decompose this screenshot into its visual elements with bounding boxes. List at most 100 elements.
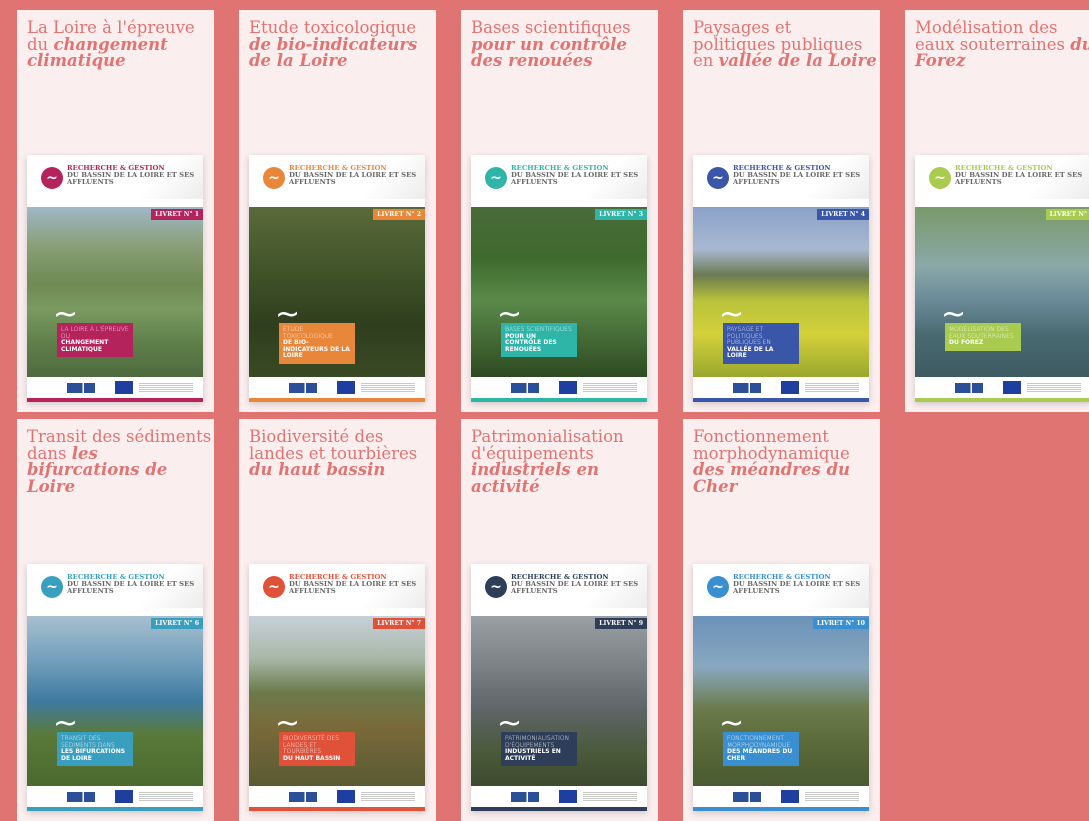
cover-accent-band bbox=[915, 398, 1089, 402]
livret-badge: LIVRET N° 9 bbox=[595, 618, 647, 629]
cover-title-light: ÉTUDE TOXICOLOGIQUE bbox=[283, 326, 333, 340]
cover-title-box: BIODIVERSITÉ DES LANDES ET TOURBIÈRES DU… bbox=[279, 732, 355, 767]
cover-brand: RECHERCHE & GESTION DU BASSIN DE LA LOIR… bbox=[955, 164, 1087, 187]
booklet-title-plain: Fonctionnement morphodynamique bbox=[693, 427, 850, 463]
booklet-title-emphasis: des méandres du Cher bbox=[693, 460, 851, 496]
booklet-cover[interactable]: ~ RECHERCHE & GESTION DU BASSIN DE LA LO… bbox=[693, 564, 869, 811]
booklet-cover[interactable]: ~ RECHERCHE & GESTION DU BASSIN DE LA LO… bbox=[27, 155, 203, 402]
booklet-cover[interactable]: ~ RECHERCHE & GESTION DU BASSIN DE LA LO… bbox=[471, 564, 647, 811]
livret-badge: LIVRET N° 1 bbox=[151, 209, 203, 220]
booklet-title-emphasis: industriels en activité bbox=[471, 460, 599, 496]
booklet-card[interactable]: Modélisation des eaux souterraines du Fo… bbox=[905, 10, 1089, 412]
cover-footer bbox=[915, 377, 1089, 398]
cover-brand: RECHERCHE & GESTION DU BASSIN DE LA LOIR… bbox=[511, 573, 643, 596]
booklet-cover[interactable]: ~ RECHERCHE & GESTION DU BASSIN DE LA LO… bbox=[693, 155, 869, 402]
booklet-card[interactable]: Bases scientifiques pour un contrôle des… bbox=[461, 10, 658, 412]
tilde-logo-icon: ~ bbox=[929, 167, 951, 189]
cover-title-bold: CHANGEMENT CLIMATIQUE bbox=[61, 339, 109, 353]
cover-brand-line2: DU BASSIN DE LA LOIRE ET SES AFFLUENTS bbox=[733, 171, 861, 187]
cover-title-light: PATRIMONIALISATION D'ÉQUIPEMENTS bbox=[505, 735, 570, 749]
etablissement-public-loire-logo-icon bbox=[733, 792, 761, 802]
tilde-icon: ~ bbox=[275, 706, 301, 741]
cover-title-bold: DU HAUT BASSIN bbox=[283, 754, 341, 762]
cover-accent-band bbox=[693, 398, 869, 402]
booklet-card[interactable]: Patrimonialisation d'équipements industr… bbox=[461, 419, 658, 821]
eu-flag-icon bbox=[337, 790, 355, 803]
booklet-card[interactable]: La Loire à l'épreuve du changement clima… bbox=[17, 10, 214, 412]
tilde-logo-icon: ~ bbox=[41, 167, 63, 189]
cover-title-box: MODÉLISATION DES EAUX SOUTERRAINES DU FO… bbox=[945, 323, 1021, 351]
cover-title-box: LA LOIRE À L'ÉPREUVE DU CHANGEMENT CLIMA… bbox=[57, 323, 133, 358]
livret-badge: LIVRET N° 4 bbox=[817, 209, 869, 220]
cover-title-box: ÉTUDE TOXICOLOGIQUE DE BIO-INDICATEURS D… bbox=[279, 323, 355, 364]
cover-brand-line2: DU BASSIN DE LA LOIRE ET SES AFFLUENTS bbox=[511, 171, 639, 187]
tilde-logo-icon: ~ bbox=[263, 576, 285, 598]
etablissement-public-loire-logo-icon bbox=[289, 383, 317, 393]
eu-flag-icon bbox=[1003, 381, 1021, 394]
footer-fineprint bbox=[583, 792, 637, 801]
cover-title-box: FONCTIONNEMENT MORPHODYNAMIQUE DES MÉAND… bbox=[723, 732, 799, 767]
tilde-icon: ~ bbox=[719, 706, 745, 741]
cover-footer bbox=[27, 377, 203, 398]
cover-accent-band bbox=[27, 807, 203, 811]
tilde-logo-icon: ~ bbox=[41, 576, 63, 598]
livret-badge: LIVRET N° bbox=[1045, 209, 1089, 220]
cover-title-light: MODÉLISATION DES EAUX SOUTERRAINES bbox=[949, 326, 1014, 340]
cover-photo bbox=[915, 207, 1089, 377]
booklet-card[interactable]: Paysages et politiques publiques en vall… bbox=[683, 10, 880, 412]
booklet-title[interactable]: Patrimonialisation d'équipements industr… bbox=[471, 427, 656, 496]
booklet-title[interactable]: Bases scientifiques pour un contrôle des… bbox=[471, 19, 656, 70]
footer-fineprint bbox=[139, 383, 193, 392]
cover-footer bbox=[471, 377, 647, 398]
booklet-cover[interactable]: ~ RECHERCHE & GESTION DU BASSIN DE LA LO… bbox=[471, 155, 647, 402]
eu-flag-icon bbox=[115, 790, 133, 803]
booklet-cover[interactable]: ~ RECHERCHE & GESTION DU BASSIN DE LA LO… bbox=[249, 155, 425, 402]
booklet-title[interactable]: Transit des sédiments dans les bifurcati… bbox=[27, 428, 212, 495]
cover-brand: RECHERCHE & GESTION DU BASSIN DE LA LOIR… bbox=[289, 164, 421, 187]
tilde-logo-icon: ~ bbox=[485, 167, 507, 189]
booklet-card[interactable]: Biodiversité des landes et tourbières du… bbox=[239, 419, 436, 821]
cover-footer bbox=[27, 786, 203, 807]
booklet-title-plain: Patrimonialisation d'équipements bbox=[471, 427, 624, 463]
cover-title-light: PAYSAGE ET POLITIQUES PUBLIQUES EN bbox=[727, 326, 771, 347]
booklet-card[interactable]: Fonctionnement morphodynamique des méand… bbox=[683, 419, 880, 821]
cover-title-bold: INDUSTRIELS EN ACTIVITÉ bbox=[505, 748, 561, 762]
cover-brand: RECHERCHE & GESTION DU BASSIN DE LA LOIR… bbox=[511, 164, 643, 187]
booklet-title-plain: Modélisation des eaux souterraines bbox=[915, 18, 1071, 54]
booklet-cover[interactable]: ~ RECHERCHE & GESTION DU BASSIN DE LA LO… bbox=[249, 564, 425, 811]
booklet-title[interactable]: Fonctionnement morphodynamique des méand… bbox=[693, 427, 878, 496]
cover-title-box: PATRIMONIALISATION D'ÉQUIPEMENTS INDUSTR… bbox=[501, 732, 577, 767]
etablissement-public-loire-logo-icon bbox=[289, 792, 317, 802]
cover-brand: RECHERCHE & GESTION DU BASSIN DE LA LOIR… bbox=[733, 164, 865, 187]
booklet-card[interactable]: Transit des sédiments dans les bifurcati… bbox=[17, 419, 214, 821]
cover-title-light: LA LOIRE À L'ÉPREUVE DU bbox=[61, 326, 129, 340]
booklet-title[interactable]: Etude toxicologique de bio-indicateurs d… bbox=[249, 19, 434, 70]
booklet-cover[interactable]: ~ RECHERCHE & GESTION DU BASSIN DE LA LO… bbox=[27, 564, 203, 811]
booklet-title[interactable]: Biodiversité des landes et tourbières du… bbox=[249, 427, 434, 479]
livret-badge: LIVRET N° 3 bbox=[595, 209, 647, 220]
footer-fineprint bbox=[583, 383, 637, 392]
booklet-cover[interactable]: ~ RECHERCHE & GESTION DU BASSIN DE LA LO… bbox=[915, 155, 1089, 402]
cover-footer bbox=[693, 786, 869, 807]
cover-brand: RECHERCHE & GESTION DU BASSIN DE LA LOIR… bbox=[289, 573, 421, 596]
tilde-icon: ~ bbox=[497, 706, 523, 741]
cover-title-bold: POUR UN CONTRÔLE DES RENOUÉES bbox=[505, 332, 557, 353]
cover-brand-line2: DU BASSIN DE LA LOIRE ET SES AFFLUENTS bbox=[955, 171, 1083, 187]
footer-fineprint bbox=[361, 383, 415, 392]
cover-brand-line2: DU BASSIN DE LA LOIRE ET SES AFFLUENTS bbox=[67, 580, 195, 596]
cover-brand-line2: DU BASSIN DE LA LOIRE ET SES AFFLUENTS bbox=[289, 580, 417, 596]
booklet-title-plain: Biodiversité des landes et tourbières bbox=[249, 427, 418, 463]
booklet-title[interactable]: Modélisation des eaux souterraines du Fo… bbox=[915, 18, 1089, 70]
booklet-card[interactable]: Etude toxicologique de bio-indicateurs d… bbox=[239, 10, 436, 412]
booklet-title-emphasis: vallée de la Loire bbox=[718, 51, 877, 70]
booklet-title[interactable]: Paysages et politiques publiques en vall… bbox=[693, 19, 878, 70]
eu-flag-icon bbox=[115, 381, 133, 394]
cover-accent-band bbox=[27, 398, 203, 402]
cover-brand-line2: DU BASSIN DE LA LOIRE ET SES AFFLUENTS bbox=[511, 580, 639, 596]
cover-brand-line2: DU BASSIN DE LA LOIRE ET SES AFFLUENTS bbox=[289, 171, 417, 187]
eu-flag-icon bbox=[781, 790, 799, 803]
booklet-title[interactable]: La Loire à l'épreuve du changement clima… bbox=[27, 19, 212, 70]
livret-badge: LIVRET N° 2 bbox=[373, 209, 425, 220]
eu-flag-icon bbox=[559, 790, 577, 803]
cover-brand: RECHERCHE & GESTION DU BASSIN DE LA LOIR… bbox=[67, 573, 199, 596]
